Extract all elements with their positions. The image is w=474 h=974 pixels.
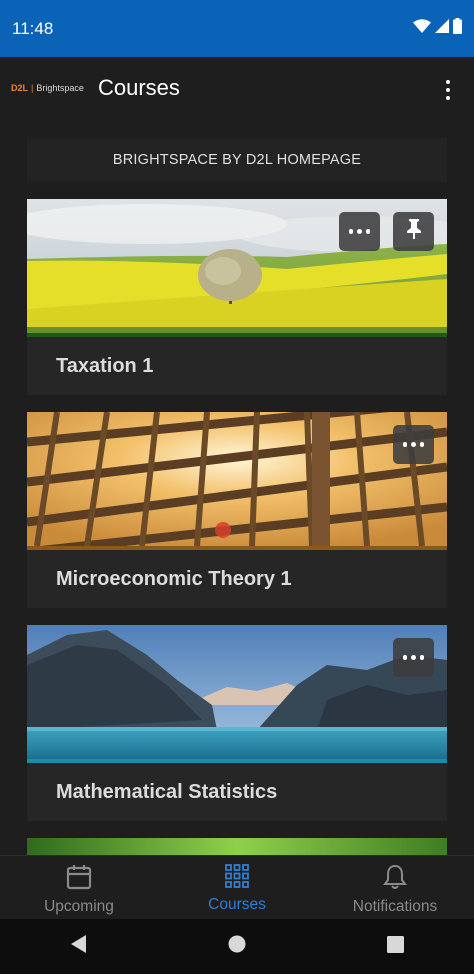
bell-icon [383,864,407,895]
signal-icon [435,19,449,38]
wifi-icon [413,19,431,38]
course-image [27,412,447,546]
course-card[interactable] [27,838,447,855]
calendar-icon [66,864,92,895]
app-bar: D2L | Brightspace Courses [0,57,474,123]
course-image [27,199,447,333]
status-time: 11:48 [12,18,54,38]
battery-icon [453,18,462,39]
tab-notifications-label: Notifications [352,898,438,915]
d2l-brightspace-logo: D2L | Brightspace [11,83,84,93]
course-image [27,625,447,759]
course-options-button[interactable] [393,425,434,464]
status-icons [413,18,462,39]
tab-upcoming[interactable]: Upcoming [0,856,158,919]
homepage-link[interactable]: BRIGHTSPACE BY D2L HOMEPAGE [27,138,447,182]
course-color-stripe [27,546,447,550]
pin-icon [406,219,422,244]
course-name: Mathematical Statistics [56,781,278,803]
status-bar: 11:48 [0,0,474,57]
system-navigation-bar [0,919,474,974]
grid-icon [225,864,249,893]
course-options-button[interactable] [393,638,434,677]
tab-courses[interactable]: Courses [158,856,316,919]
overflow-menu-button[interactable] [438,77,458,103]
course-color-stripe [27,333,447,337]
tab-courses-label: Courses [208,896,266,913]
pin-button[interactable] [393,212,434,251]
course-options-button[interactable] [339,212,380,251]
course-color-stripe [27,759,447,763]
course-name: Taxation 1 [56,355,154,377]
recents-icon[interactable] [386,935,404,958]
course-image [27,838,447,855]
course-name: Microeconomic Theory 1 [56,568,292,590]
page-title: Courses [98,75,180,100]
course-card[interactable]: Taxation 1 [27,199,447,395]
tab-upcoming-label: Upcoming [44,898,114,915]
bottom-navigation: Upcoming Courses Notifications [0,855,474,919]
back-icon[interactable] [70,935,88,958]
course-card[interactable]: Mathematical Statistics [27,625,447,821]
course-card[interactable]: Microeconomic Theory 1 [27,412,447,608]
tab-notifications[interactable]: Notifications [316,856,474,919]
home-icon[interactable] [228,935,246,958]
